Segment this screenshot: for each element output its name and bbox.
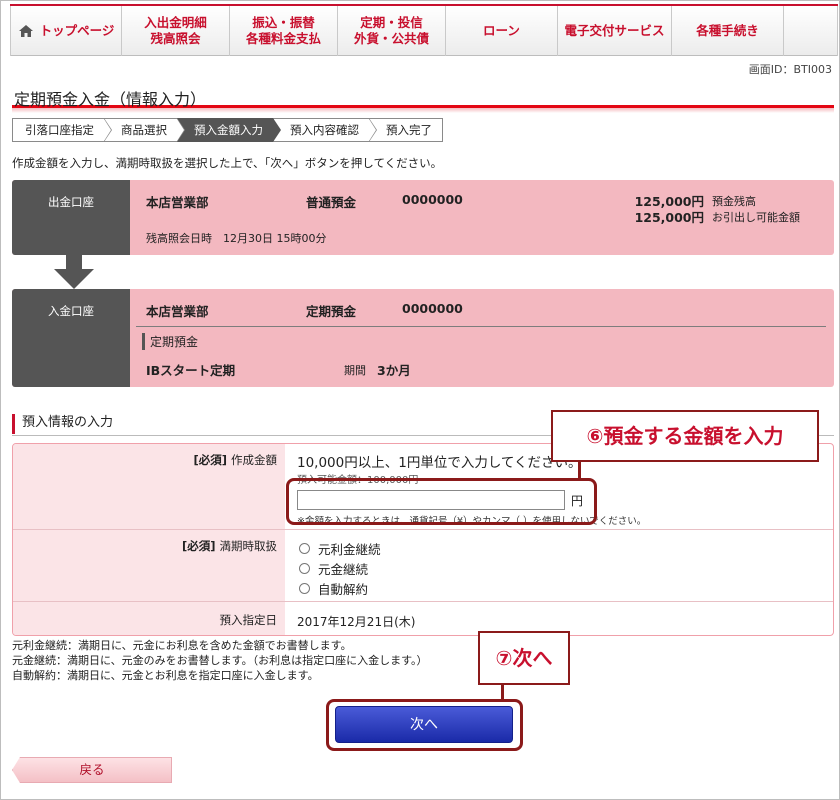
radio-circle-icon bbox=[299, 542, 310, 554]
plan-heading: 定期預金 bbox=[142, 333, 198, 350]
deposit-type: 定期預金 bbox=[306, 304, 357, 319]
screen-id: 画面ID：BTI003 bbox=[748, 63, 832, 76]
radio-auto-cancel[interactable]: 自動解約 bbox=[299, 578, 381, 598]
nav-statement-balance[interactable]: 入出金明細 残高照会 bbox=[122, 6, 230, 56]
required-badge: [必須] bbox=[193, 453, 227, 467]
step-2: 商品選択 bbox=[104, 118, 185, 142]
maturity-notes: 元利金継続：満期日に、元金にお利息を含めた金額でお書替します。 元金継続：満期日… bbox=[12, 638, 427, 683]
callout-connector bbox=[578, 460, 581, 480]
back-button[interactable]: 戻る bbox=[12, 757, 172, 783]
nav-loan[interactable]: ローン bbox=[446, 6, 558, 56]
note-line: 元金継続：満期日に、元金のみをお書替します。（お利息は指定口座に入金します。） bbox=[12, 654, 428, 667]
amount-label: [必須] 作成金額 bbox=[13, 452, 285, 468]
divider bbox=[136, 326, 826, 327]
withdraw-available-label: お引出し可能金額 bbox=[712, 211, 800, 224]
nav-e-delivery[interactable]: 電子交付サービス bbox=[558, 6, 672, 56]
callout-step7: ⑦次へ bbox=[478, 631, 570, 685]
deposit-input-form: [必須] 作成金額 10,000円以上、1円単位で入力してください。 預入可能金額… bbox=[12, 443, 834, 636]
note-line: 元利金継続：満期日に、元金にお利息を含めた金額でお書替します。 bbox=[12, 639, 352, 652]
radio-label: 元利金継続 bbox=[318, 541, 381, 557]
withdraw-account-label: 出金口座 bbox=[12, 180, 130, 255]
radio-principal-interest-renewal[interactable]: 元利金継続 bbox=[299, 538, 381, 558]
required-badge: [必須] bbox=[181, 539, 216, 553]
withdraw-branch: 本店営業部 bbox=[146, 195, 209, 210]
deposit-branch: 本店営業部 bbox=[146, 304, 209, 319]
maturity-label: [必須] 満期時取扱 bbox=[13, 538, 285, 554]
withdraw-number: 0000000 bbox=[402, 192, 463, 207]
date-value: 2017年12月21日(木) bbox=[297, 615, 416, 629]
amount-hint: 10,000円以上、1円単位で入力してください。 bbox=[297, 455, 582, 471]
global-nav: トップページ 入出金明細 残高照会 振込・振替 各種料金支払 定期・投信 外貨・… bbox=[10, 4, 838, 56]
term-label: 期間 bbox=[344, 364, 366, 377]
radio-circle-icon bbox=[299, 562, 310, 574]
nav-transfer-payment[interactable]: 振込・振替 各種料金支払 bbox=[230, 6, 338, 56]
deposit-account-label: 入金口座 bbox=[12, 289, 130, 387]
step-4: 預入内容確認 bbox=[273, 118, 377, 142]
radio-principal-renewal[interactable]: 元金継続 bbox=[299, 558, 381, 578]
withdraw-type: 普通預金 bbox=[306, 195, 357, 210]
instruction-text: 作成金額を入力し、満期時取扱を選択した上で、「次へ」ボタンを押してください。 bbox=[12, 156, 443, 170]
nav-procedures[interactable]: 各種手続き bbox=[672, 6, 784, 56]
withdraw-account-panel: 出金口座 本店営業部 普通預金 0000000 125,000円 預金残高 12… bbox=[12, 180, 834, 255]
maturity-options: 元利金継続 元金継続 自動解約 bbox=[299, 538, 381, 598]
step-5: 預入完了 bbox=[369, 118, 443, 142]
deposit-number: 0000000 bbox=[402, 301, 463, 316]
step-1: 引落口座指定 bbox=[12, 118, 112, 142]
home-icon bbox=[18, 25, 33, 37]
step-3-current: 預入金額入力 bbox=[177, 118, 281, 142]
term-value: 3か月 bbox=[377, 363, 411, 378]
nav-blank bbox=[784, 6, 838, 56]
date-label: 預入指定日 bbox=[219, 613, 278, 627]
amount-input-highlight bbox=[286, 478, 597, 525]
callout-connector bbox=[501, 683, 504, 701]
down-arrow-icon bbox=[54, 255, 94, 289]
nav-top-page[interactable]: トップページ bbox=[10, 6, 122, 56]
next-button-highlight bbox=[326, 699, 523, 751]
balance-inquiry-time: 残高照会日時 12月30日 15時00分 bbox=[146, 232, 327, 245]
nav-top-page-label: トップページ bbox=[39, 23, 115, 38]
radio-label: 元金継続 bbox=[318, 561, 369, 577]
radio-circle-icon bbox=[299, 582, 310, 594]
plan-name: IBスタート定期 bbox=[146, 363, 236, 378]
radio-label: 自動解約 bbox=[318, 581, 369, 597]
page-title: 定期預金入金（情報入力） bbox=[12, 86, 834, 113]
step-indicator: 引落口座指定 商品選択 預入金額入力 預入内容確認 預入完了 bbox=[12, 118, 443, 142]
withdraw-balance-label: 預金残高 bbox=[712, 195, 756, 208]
maturity-label-text: 満期時取扱 bbox=[219, 539, 278, 553]
note-line: 自動解約：満期日に、元金とお利息を指定口座に入金します。 bbox=[12, 669, 319, 682]
maturity-row: [必須] 満期時取扱 元利金継続 元金継続 自動解約 bbox=[13, 530, 833, 602]
date-row: 預入指定日 2017年12月21日(木) bbox=[13, 602, 833, 635]
amount-label-text: 作成金額 bbox=[231, 453, 277, 467]
callout-step6: ⑥預金する金額を入力 bbox=[551, 410, 819, 462]
deposit-account-panel: 入金口座 本店営業部 定期預金 0000000 定期預金 IBスタート定期 期間… bbox=[12, 289, 834, 387]
withdraw-available: 125,000円 bbox=[634, 210, 704, 225]
nav-time-deposit-investment[interactable]: 定期・投信 外貨・公共債 bbox=[338, 6, 446, 56]
